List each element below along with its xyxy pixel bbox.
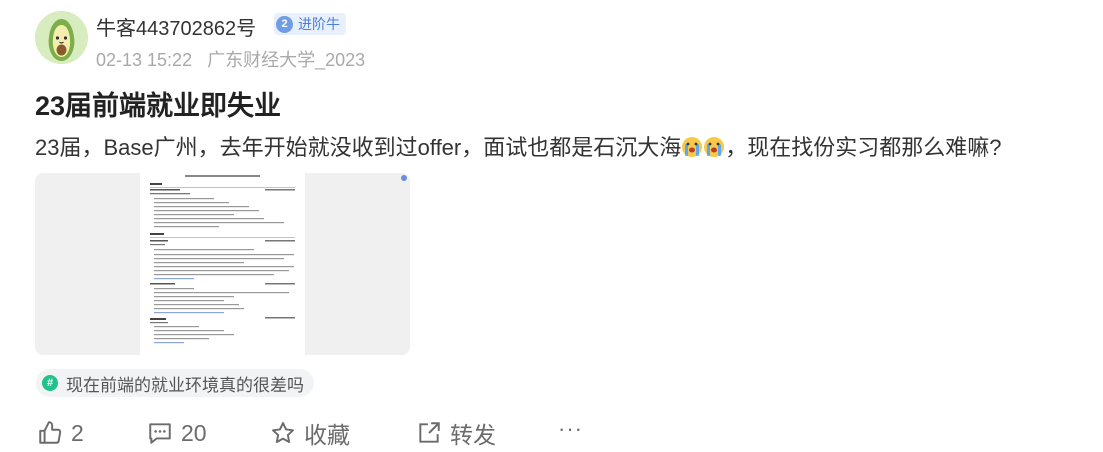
topic-tag[interactable]: # 现在前端的就业环境真的很差吗 xyxy=(36,369,314,397)
like-button[interactable]: 2 xyxy=(37,418,84,448)
collect-button[interactable]: 收藏 xyxy=(270,418,350,448)
thumbs-up-icon xyxy=(39,421,62,444)
more-button[interactable]: ··· xyxy=(558,414,583,444)
user-school: 广东财经大学_2023 xyxy=(207,50,366,70)
share-icon xyxy=(419,422,440,443)
post-meta: 02-13 15:22 广东财经大学_2023 xyxy=(96,46,365,72)
comment-count: 20 xyxy=(181,419,207,446)
post-image[interactable] xyxy=(35,173,410,355)
level-number: 2 xyxy=(276,15,293,33)
comment-icon xyxy=(149,423,171,444)
comment-button[interactable]: 20 xyxy=(147,418,207,448)
post-content-text: 23届，Base广州，去年开始就没收到过offer，面试也都是石沉大海 xyxy=(35,135,682,160)
image-indicator-icon xyxy=(401,175,407,181)
post-content-text-end: ，现在找份实习都那么难嘛? xyxy=(725,135,1002,160)
post-title[interactable]: 23届前端就业即失业 xyxy=(35,84,281,123)
crying-emoji-icon xyxy=(704,137,725,157)
topic-label: 现在前端的就业环境真的很差吗 xyxy=(66,375,304,395)
crying-emoji-icon xyxy=(682,137,703,157)
hash-icon: # xyxy=(42,375,58,391)
share-label: 转发 xyxy=(450,422,496,448)
resume-document-icon xyxy=(150,175,295,344)
like-count: 2 xyxy=(71,419,84,446)
resume-thumbnail xyxy=(140,173,305,355)
post-content: 23届，Base广州，去年开始就没收到过offer，面试也都是石沉大海 ，现在找… xyxy=(35,130,1002,162)
avatar[interactable] xyxy=(35,11,88,64)
share-button[interactable]: 转发 xyxy=(416,418,496,448)
post-date: 02-13 15:22 xyxy=(96,50,193,70)
level-label: 进阶牛 xyxy=(298,16,340,32)
avocado-avatar-icon xyxy=(35,11,88,64)
collect-label: 收藏 xyxy=(304,422,350,448)
username[interactable]: 牛客443702862号 xyxy=(96,12,256,41)
star-icon xyxy=(272,422,294,443)
more-icon: ··· xyxy=(558,416,583,441)
level-badge: 2 进阶牛 xyxy=(274,13,346,35)
